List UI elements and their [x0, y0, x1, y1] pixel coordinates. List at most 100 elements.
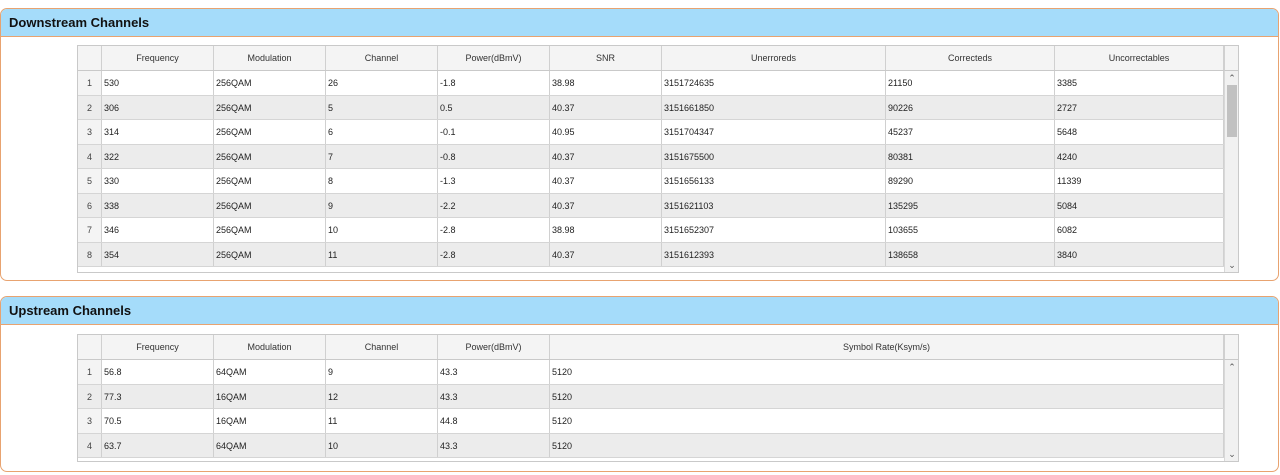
upstream-header-row: Frequency Modulation Channel Power(dBmV)… [78, 335, 1238, 360]
table-cell: 256QAM [214, 242, 326, 266]
table-cell: 3385 [1055, 71, 1224, 95]
table-cell: 80381 [886, 144, 1055, 168]
col-header-uncorrectables[interactable]: Uncorrectables [1055, 46, 1224, 70]
col-header-channel[interactable]: Channel [326, 46, 438, 70]
table-cell: 26 [326, 71, 438, 95]
table-cell: 256QAM [214, 218, 326, 242]
chevron-down-icon[interactable]: ⌄ [1225, 258, 1238, 272]
table-cell: 40.37 [550, 144, 662, 168]
table-cell: 256QAM [214, 144, 326, 168]
table-cell: 3840 [1055, 242, 1224, 266]
table-cell: 64QAM [214, 360, 326, 384]
table-cell: 43.3 [438, 360, 550, 384]
table-cell: 10 [326, 433, 438, 457]
col-header-modulation[interactable]: Modulation [214, 46, 326, 70]
downstream-header-row: Frequency Modulation Channel Power(dBmV)… [78, 46, 1238, 71]
table-cell: 7 [326, 144, 438, 168]
row-number: 3 [78, 409, 102, 433]
table-row[interactable]: 8 354 256QAM 11 -2.8 40.37 3151612393 138658 384… [78, 242, 1224, 267]
table-row[interactable]: 3 314 256QAM 6 -0.1 40.95 3151704347 45237 5648 [78, 120, 1224, 145]
table-row[interactable]: 7 346 256QAM 10 -2.8 38.98 3151652307 103655 608… [78, 218, 1224, 243]
table-cell: 322 [102, 144, 214, 168]
table-cell: 5120 [550, 409, 1224, 433]
table-cell: -1.8 [438, 71, 550, 95]
row-number-header [78, 335, 102, 359]
table-cell: 9 [326, 360, 438, 384]
table-row[interactable]: 1 530 256QAM 26 -1.8 38.98 3151724635 21150 3385 [78, 71, 1224, 96]
upstream-table: Frequency Modulation Channel Power(dBmV)… [77, 334, 1239, 462]
row-number: 2 [78, 384, 102, 408]
chevron-up-icon[interactable]: ⌃ [1225, 71, 1238, 85]
table-cell: 354 [102, 242, 214, 266]
downstream-rows: 1 530 256QAM 26 -1.8 38.98 3151724635 21150 3385… [78, 71, 1224, 272]
table-cell: 43.3 [438, 433, 550, 457]
table-cell: 40.37 [550, 242, 662, 266]
table-cell: 0.5 [438, 95, 550, 119]
row-number: 5 [78, 169, 102, 193]
scroll-corner [1224, 46, 1238, 71]
table-cell: 40.37 [550, 193, 662, 217]
downstream-scrollbar[interactable]: ⌃ ⌄ [1224, 71, 1238, 272]
table-cell: 3151652307 [662, 218, 886, 242]
upstream-scrollbar[interactable]: ⌃ ⌄ [1224, 360, 1238, 461]
table-cell: 314 [102, 120, 214, 144]
table-cell: 3151724635 [662, 71, 886, 95]
col-header-power[interactable]: Power(dBmV) [438, 46, 550, 70]
table-cell: 135295 [886, 193, 1055, 217]
table-cell: 103655 [886, 218, 1055, 242]
row-number: 8 [78, 242, 102, 266]
table-cell: 9 [326, 193, 438, 217]
table-cell: 5084 [1055, 193, 1224, 217]
table-cell: 5648 [1055, 120, 1224, 144]
table-row[interactable]: 6 338 256QAM 9 -2.2 40.37 3151621103 135295 5084 [78, 193, 1224, 218]
chevron-up-icon[interactable]: ⌃ [1225, 360, 1238, 374]
table-cell: 530 [102, 71, 214, 95]
row-number: 1 [78, 71, 102, 95]
table-cell: 12 [326, 384, 438, 408]
row-number: 4 [78, 144, 102, 168]
table-row[interactable]: 4 322 256QAM 7 -0.8 40.37 3151675500 80381 4240 [78, 144, 1224, 169]
table-cell: 64QAM [214, 433, 326, 457]
table-row[interactable]: 3 70.5 16QAM 11 44.8 5120 [78, 409, 1224, 434]
table-cell: -2.8 [438, 218, 550, 242]
table-row[interactable]: 2 77.3 16QAM 12 43.3 5120 [78, 384, 1224, 409]
table-cell: 70.5 [102, 409, 214, 433]
table-cell: 3151656133 [662, 169, 886, 193]
table-cell: -1.3 [438, 169, 550, 193]
table-cell: 3151704347 [662, 120, 886, 144]
downstream-title: Downstream Channels [1, 9, 1278, 37]
col-header-frequency[interactable]: Frequency [102, 46, 214, 70]
downstream-table: Frequency Modulation Channel Power(dBmV)… [77, 45, 1239, 273]
col-header-power[interactable]: Power(dBmV) [438, 335, 550, 359]
table-cell: 16QAM [214, 384, 326, 408]
table-row[interactable]: 1 56.8 64QAM 9 43.3 5120 [78, 360, 1224, 385]
table-cell: -0.1 [438, 120, 550, 144]
col-header-frequency[interactable]: Frequency [102, 335, 214, 359]
table-cell: 43.3 [438, 384, 550, 408]
table-row[interactable]: 4 63.7 64QAM 10 43.3 5120 [78, 433, 1224, 458]
scrollbar-thumb[interactable] [1227, 85, 1237, 137]
table-row[interactable]: 2 306 256QAM 5 0.5 40.37 3151661850 90226 2727 [78, 95, 1224, 120]
chevron-down-icon[interactable]: ⌄ [1225, 447, 1238, 461]
col-header-unerroreds[interactable]: Unerroreds [662, 46, 886, 70]
col-header-channel[interactable]: Channel [326, 335, 438, 359]
col-header-snr[interactable]: SNR [550, 46, 662, 70]
col-header-modulation[interactable]: Modulation [214, 335, 326, 359]
table-cell: -0.8 [438, 144, 550, 168]
table-cell: 45237 [886, 120, 1055, 144]
col-header-correcteds[interactable]: Correcteds [886, 46, 1055, 70]
table-row[interactable]: 5 330 256QAM 8 -1.3 40.37 3151656133 89290 11339 [78, 169, 1224, 194]
row-number-header [78, 46, 102, 70]
table-cell: 11 [326, 242, 438, 266]
upstream-panel: Upstream Channels Frequency Modulation C… [0, 296, 1279, 472]
table-cell: 21150 [886, 71, 1055, 95]
table-cell: 4240 [1055, 144, 1224, 168]
col-header-symbol-rate[interactable]: Symbol Rate(Ksym/s) [550, 335, 1224, 359]
table-cell: 256QAM [214, 71, 326, 95]
table-cell: 56.8 [102, 360, 214, 384]
table-cell: 40.95 [550, 120, 662, 144]
table-cell: 90226 [886, 95, 1055, 119]
table-cell: 6082 [1055, 218, 1224, 242]
downstream-panel: Downstream Channels Frequency Modulation… [0, 8, 1279, 281]
table-cell: -2.8 [438, 242, 550, 266]
